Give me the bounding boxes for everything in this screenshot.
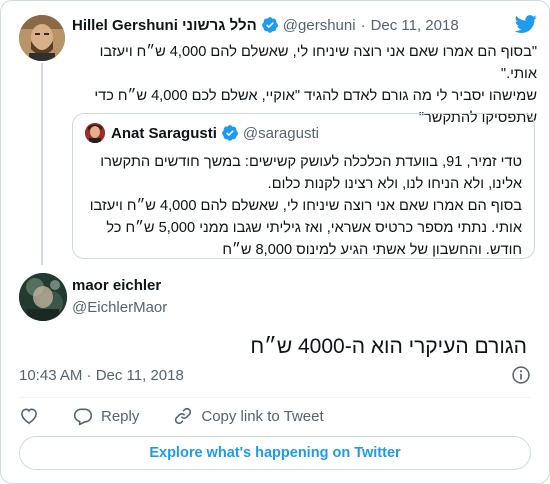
reply-bubble-icon (73, 408, 93, 426)
reply-author-name[interactable]: maor eichler (72, 277, 161, 294)
verified-badge-icon (261, 17, 278, 33)
thread-line (41, 63, 43, 265)
tweet-timestamp[interactable]: 10:43 AM · Dec 11, 2018 (19, 367, 184, 384)
text-line: בסוף הם אמרו שאם אני רוצה שיניחו לי, שאש… (89, 198, 522, 214)
tweet-embed-card: Hillel Gershuni הלל גרשוני @gershuni · D… (0, 0, 550, 484)
avatar[interactable] (19, 15, 65, 61)
author-name: Anat Saragusti (111, 124, 217, 142)
avatar-image (85, 123, 105, 143)
reply-button[interactable]: Reply (73, 406, 139, 426)
divider (19, 397, 531, 398)
avatar (85, 123, 105, 143)
copy-link-button[interactable]: Copy link to Tweet (173, 406, 324, 426)
reply-tweet-text: הגורם העיקרי הוא ה-4000 ש״ח (250, 335, 527, 358)
action-bar: Reply Copy link to Tweet (19, 404, 324, 428)
separator-dot: · (360, 16, 366, 34)
avatar-image (19, 273, 67, 321)
text-line: "בסוף הם אמרו שאם אני רוצה שיניחו לי, שא… (99, 44, 537, 82)
text-line: טדי זמיר, 91, בוועדת הכלכלה לעושק קשישים… (100, 154, 522, 170)
parent-header: Hillel Gershuni הלל גרשוני @gershuni · D… (72, 15, 459, 35)
author-handle: @saragusti (242, 124, 319, 142)
like-button[interactable] (19, 406, 39, 426)
tweet-date[interactable]: Dec 11, 2018 (371, 17, 459, 34)
author-handle[interactable]: @gershuni (283, 17, 356, 34)
text-line: חודש. והחשבון של אשתי הגיע למינוס 8,000 … (222, 242, 522, 258)
explore-button[interactable]: Explore what's happening on Twitter (19, 436, 531, 470)
text-line: אלינו, ולא הניחו לנו, ולא רצינו לקנות כל… (267, 176, 522, 192)
text-line: אותי. נתתי מספר כרטיס אשראי, ואז גיליתי … (106, 220, 522, 236)
author-name[interactable]: Hillel Gershuni הלל גרשוני (72, 17, 257, 34)
copy-link-label: Copy link to Tweet (201, 407, 324, 425)
avatar-image (19, 15, 65, 61)
heart-icon (21, 408, 37, 425)
link-icon (175, 407, 192, 425)
reply-label: Reply (101, 407, 140, 425)
verified-badge-icon (221, 125, 238, 141)
text-line: שמישהו יסביר לי מה גורם לאדם להגיד "אוקי… (94, 88, 537, 104)
twitter-bird-icon[interactable] (513, 13, 539, 35)
avatar[interactable] (19, 273, 67, 321)
quoted-tweet-text: טדי זמיר, 91, בוועדת הכלכלה לעושק קשישים… (85, 151, 522, 261)
reply-author-handle[interactable]: @EichlerMaor (72, 299, 167, 316)
quoted-tweet-header: Anat Saragusti @saragusti (85, 123, 319, 143)
quoted-tweet[interactable]: Anat Saragusti @saragusti טדי זמיר, 91, … (72, 113, 535, 259)
info-icon[interactable] (511, 365, 531, 385)
